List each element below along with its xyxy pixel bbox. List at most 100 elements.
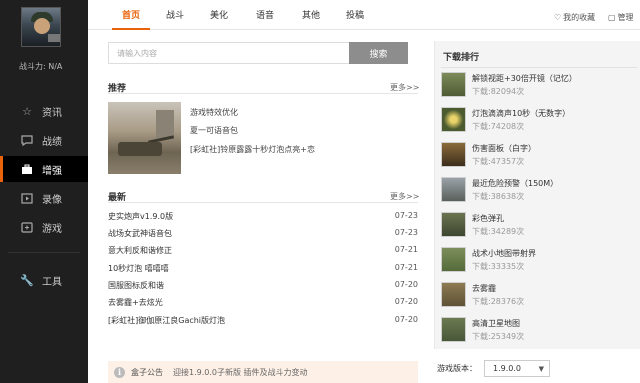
sidebar-item-tools[interactable]: 🔧 工具 xyxy=(0,267,88,293)
news-title: 10秒灯泡 嘻嘻嘻 xyxy=(108,264,169,273)
ranking-item[interactable]: 伤害面板（白字） 下载:47357次 xyxy=(441,141,637,171)
sidebar-item-record[interactable]: 战绩 xyxy=(0,127,88,153)
ranking-item[interactable]: 高清卫星地图 下载:25349次 xyxy=(441,316,637,346)
search-input[interactable] xyxy=(108,42,350,64)
list-item[interactable]: 意大利反和谐修正 07-21 xyxy=(108,245,418,259)
ranking-item[interactable]: 去雾霾 下载:28376次 xyxy=(441,281,637,311)
game-version-value: 1.9.0.0 xyxy=(493,364,521,373)
game-version-select[interactable]: 1.9.0.0 ▼ xyxy=(484,360,550,377)
news-title: 史实炮声v1.9.0版 xyxy=(108,212,174,221)
sidebar-item-replay[interactable]: 录像 xyxy=(0,185,88,211)
divider xyxy=(108,202,418,203)
recommend-thumbnail[interactable] xyxy=(108,102,181,174)
list-item[interactable]: 史实炮声v1.9.0版 07-23 xyxy=(108,211,418,225)
news-title: 去雾霾+去炫光 xyxy=(108,298,163,307)
sidebar-item-news[interactable]: ☆ 资讯 xyxy=(0,98,88,124)
ranking-item[interactable]: 彩色弹孔 下载:34289次 xyxy=(441,211,637,241)
sidebar-divider xyxy=(8,252,80,253)
mod-downloads: 下载:34289次 xyxy=(472,227,525,236)
sidebar-item-game[interactable]: 游戏 xyxy=(0,214,88,240)
comment-icon xyxy=(20,133,34,147)
mod-thumbnail xyxy=(441,177,466,202)
mod-thumbnail xyxy=(441,72,466,97)
tab-home[interactable]: 首页 xyxy=(112,8,150,30)
manage-link[interactable]: ▢ 管理 xyxy=(608,12,634,23)
list-item[interactable]: 国服图标反和谐 07-20 xyxy=(108,280,418,294)
mod-downloads: 下载:33335次 xyxy=(472,262,525,271)
ranking-item[interactable]: 灯泡滴滴声10秒（无数字） 下载:74208次 xyxy=(441,106,637,136)
announcement-label: 盒子公告 xyxy=(131,367,163,377)
recommend-item[interactable]: 夏一可语音包 xyxy=(190,125,238,136)
news-date: 07-20 xyxy=(394,280,418,289)
latest-more-link[interactable]: 更多>> xyxy=(390,191,419,202)
mod-downloads: 下载:74208次 xyxy=(472,122,525,131)
mod-downloads: 下载:25349次 xyxy=(472,332,525,341)
gamepad-icon xyxy=(20,220,34,234)
divider xyxy=(108,93,418,94)
list-item[interactable]: 10秒灯泡 嘻嘻嘻 07-21 xyxy=(108,263,418,277)
news-title: 意大利反和谐修正 xyxy=(108,246,172,255)
manage-label: 管理 xyxy=(617,13,634,22)
mod-name: 高清卫星地图 xyxy=(472,319,520,328)
news-title: [彩虹社]御伽原江良Gachi版灯泡 xyxy=(108,316,226,325)
announcement-bar[interactable]: i 盒子公告 迎接1.9.0.0子新版 插件及战斗力变动 xyxy=(108,361,418,383)
game-version-label: 游戏版本： xyxy=(437,364,477,373)
mod-name: 彩色弹孔 xyxy=(472,214,504,223)
mod-downloads: 下载:28376次 xyxy=(472,297,525,306)
favorites-link[interactable]: ♡ 我的收藏 xyxy=(554,12,595,23)
mod-thumbnail xyxy=(441,282,466,307)
recommend-item[interactable]: 游戏特效优化 xyxy=(190,107,238,118)
mod-downloads: 下载:47357次 xyxy=(472,157,525,166)
mod-name: 最近危险预警（150M） xyxy=(472,179,559,188)
heart-icon: ♡ xyxy=(554,13,562,22)
mod-thumbnail xyxy=(441,107,466,132)
top-tab-bar: 首页 战斗 美化 语音 其他 投稿 ♡ 我的收藏 ▢ 管理 xyxy=(88,0,640,30)
favorites-label: 我的收藏 xyxy=(563,13,596,22)
recommend-item[interactable]: [彩虹社]铃原露露十秒灯泡点亮+恋 xyxy=(190,144,315,155)
mod-name: 去雾霾 xyxy=(472,284,496,293)
ranking-item[interactable]: 战术小地图带射界 下载:33335次 xyxy=(441,246,637,276)
star-icon: ☆ xyxy=(22,104,32,118)
sidebar-item-label: 资讯 xyxy=(42,107,62,119)
wrench-icon: 🔧 xyxy=(20,273,34,287)
mod-thumbnail xyxy=(441,212,466,237)
video-icon xyxy=(20,191,34,205)
sidebar-item-enhance[interactable]: 增强 xyxy=(0,156,88,182)
sidebar-item-label: 工具 xyxy=(42,276,62,288)
manage-icon: ▢ xyxy=(608,13,616,22)
news-date: 07-23 xyxy=(394,228,418,237)
mod-downloads: 下载:38638次 xyxy=(472,192,525,201)
mod-thumbnail xyxy=(441,247,466,272)
news-date: 07-20 xyxy=(394,315,418,324)
divider xyxy=(441,67,637,68)
list-item[interactable]: [彩虹社]御伽原江良Gachi版灯泡 07-20 xyxy=(108,315,418,329)
news-date: 07-23 xyxy=(394,211,418,220)
briefcase-icon xyxy=(20,162,34,176)
news-title: 战场女武神语音包 xyxy=(108,229,172,238)
sidebar-item-label: 游戏 xyxy=(42,223,62,235)
download-ranking-panel: 下载排行 解锁视距+30倍开镜（记忆） 下载:82094次 灯泡滴滴声10秒（无… xyxy=(434,41,640,349)
sidebar-item-label: 录像 xyxy=(42,194,62,206)
list-item[interactable]: 战场女武神语音包 07-23 xyxy=(108,228,418,242)
tab-beautify[interactable]: 美化 xyxy=(208,8,230,30)
search-button[interactable]: 搜索 xyxy=(349,42,408,64)
tab-submit[interactable]: 投稿 xyxy=(344,8,366,30)
mod-name: 伤害面板（白字） xyxy=(472,144,536,153)
announcement-text: 迎接1.9.0.0子新版 插件及战斗力变动 xyxy=(173,367,308,377)
tab-battle[interactable]: 战斗 xyxy=(164,8,186,30)
recommend-more-link[interactable]: 更多>> xyxy=(390,82,419,93)
mod-thumbnail xyxy=(441,142,466,167)
ranking-item[interactable]: 最近危险预警（150M） 下载:38638次 xyxy=(441,176,637,206)
avatar[interactable] xyxy=(21,7,61,47)
combat-power-label: 战斗力: N/A xyxy=(19,62,63,71)
sidebar-item-label: 增强 xyxy=(42,165,62,177)
ranking-item[interactable]: 解锁视距+30倍开镜（记忆） 下载:82094次 xyxy=(441,71,637,101)
sidebar: 战斗力: N/A ☆ 资讯 战绩 增强 录像 游戏 🔧 工具 xyxy=(0,0,88,383)
tab-other[interactable]: 其他 xyxy=(300,8,322,30)
news-date: 07-20 xyxy=(394,297,418,306)
mod-name: 灯泡滴滴声10秒（无数字） xyxy=(472,109,571,118)
tab-voice[interactable]: 语音 xyxy=(254,8,276,30)
mod-name: 战术小地图带射界 xyxy=(472,249,536,258)
news-date: 07-21 xyxy=(394,245,418,254)
list-item[interactable]: 去雾霾+去炫光 07-20 xyxy=(108,297,418,311)
